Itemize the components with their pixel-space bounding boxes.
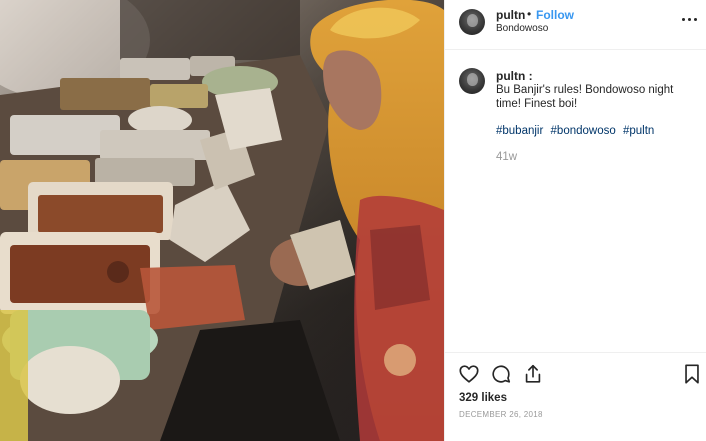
- post-actions: 329 likes DECEMBER 26, 2018: [445, 352, 706, 441]
- bookmark-icon[interactable]: [681, 363, 703, 385]
- hashtag-link[interactable]: #bondowoso: [551, 125, 616, 137]
- caption-hashtags: #bubanjir #bondowoso #pultn: [496, 125, 654, 137]
- caption-username[interactable]: pultn :: [496, 69, 533, 83]
- caption-comment: pultn : Bu Banjir's rules! Bondowoso nig…: [445, 50, 706, 350]
- hashtag-link[interactable]: #bubanjir: [496, 125, 543, 137]
- post-photo[interactable]: [0, 0, 444, 441]
- separator-dot: •: [527, 7, 532, 21]
- hashtag-link[interactable]: #pultn: [623, 125, 654, 137]
- dot-icon: [694, 18, 697, 21]
- author-username[interactable]: pultn: [496, 8, 525, 22]
- dot-icon: [688, 18, 691, 21]
- post-sidebar: pultn • Follow Bondowoso pultn : Bu Banj…: [444, 0, 706, 441]
- dot-icon: [682, 18, 685, 21]
- caption-avatar[interactable]: [459, 68, 485, 94]
- location-link[interactable]: Bondowoso: [496, 23, 548, 34]
- author-avatar[interactable]: [459, 9, 485, 35]
- follow-button[interactable]: Follow: [536, 8, 574, 22]
- like-heart-icon[interactable]: [458, 363, 480, 385]
- caption-age[interactable]: 41w: [496, 151, 517, 163]
- likes-count[interactable]: 329 likes: [459, 392, 507, 404]
- more-options-icon[interactable]: [681, 14, 699, 24]
- photo-scene: [0, 0, 444, 441]
- post-date: DECEMBER 26, 2018: [459, 410, 543, 419]
- comment-icon[interactable]: [490, 363, 512, 385]
- caption-text: Bu Banjir's rules! Bondowoso night time!…: [496, 84, 674, 110]
- post-header: pultn • Follow Bondowoso: [445, 0, 706, 50]
- share-icon[interactable]: [522, 363, 544, 385]
